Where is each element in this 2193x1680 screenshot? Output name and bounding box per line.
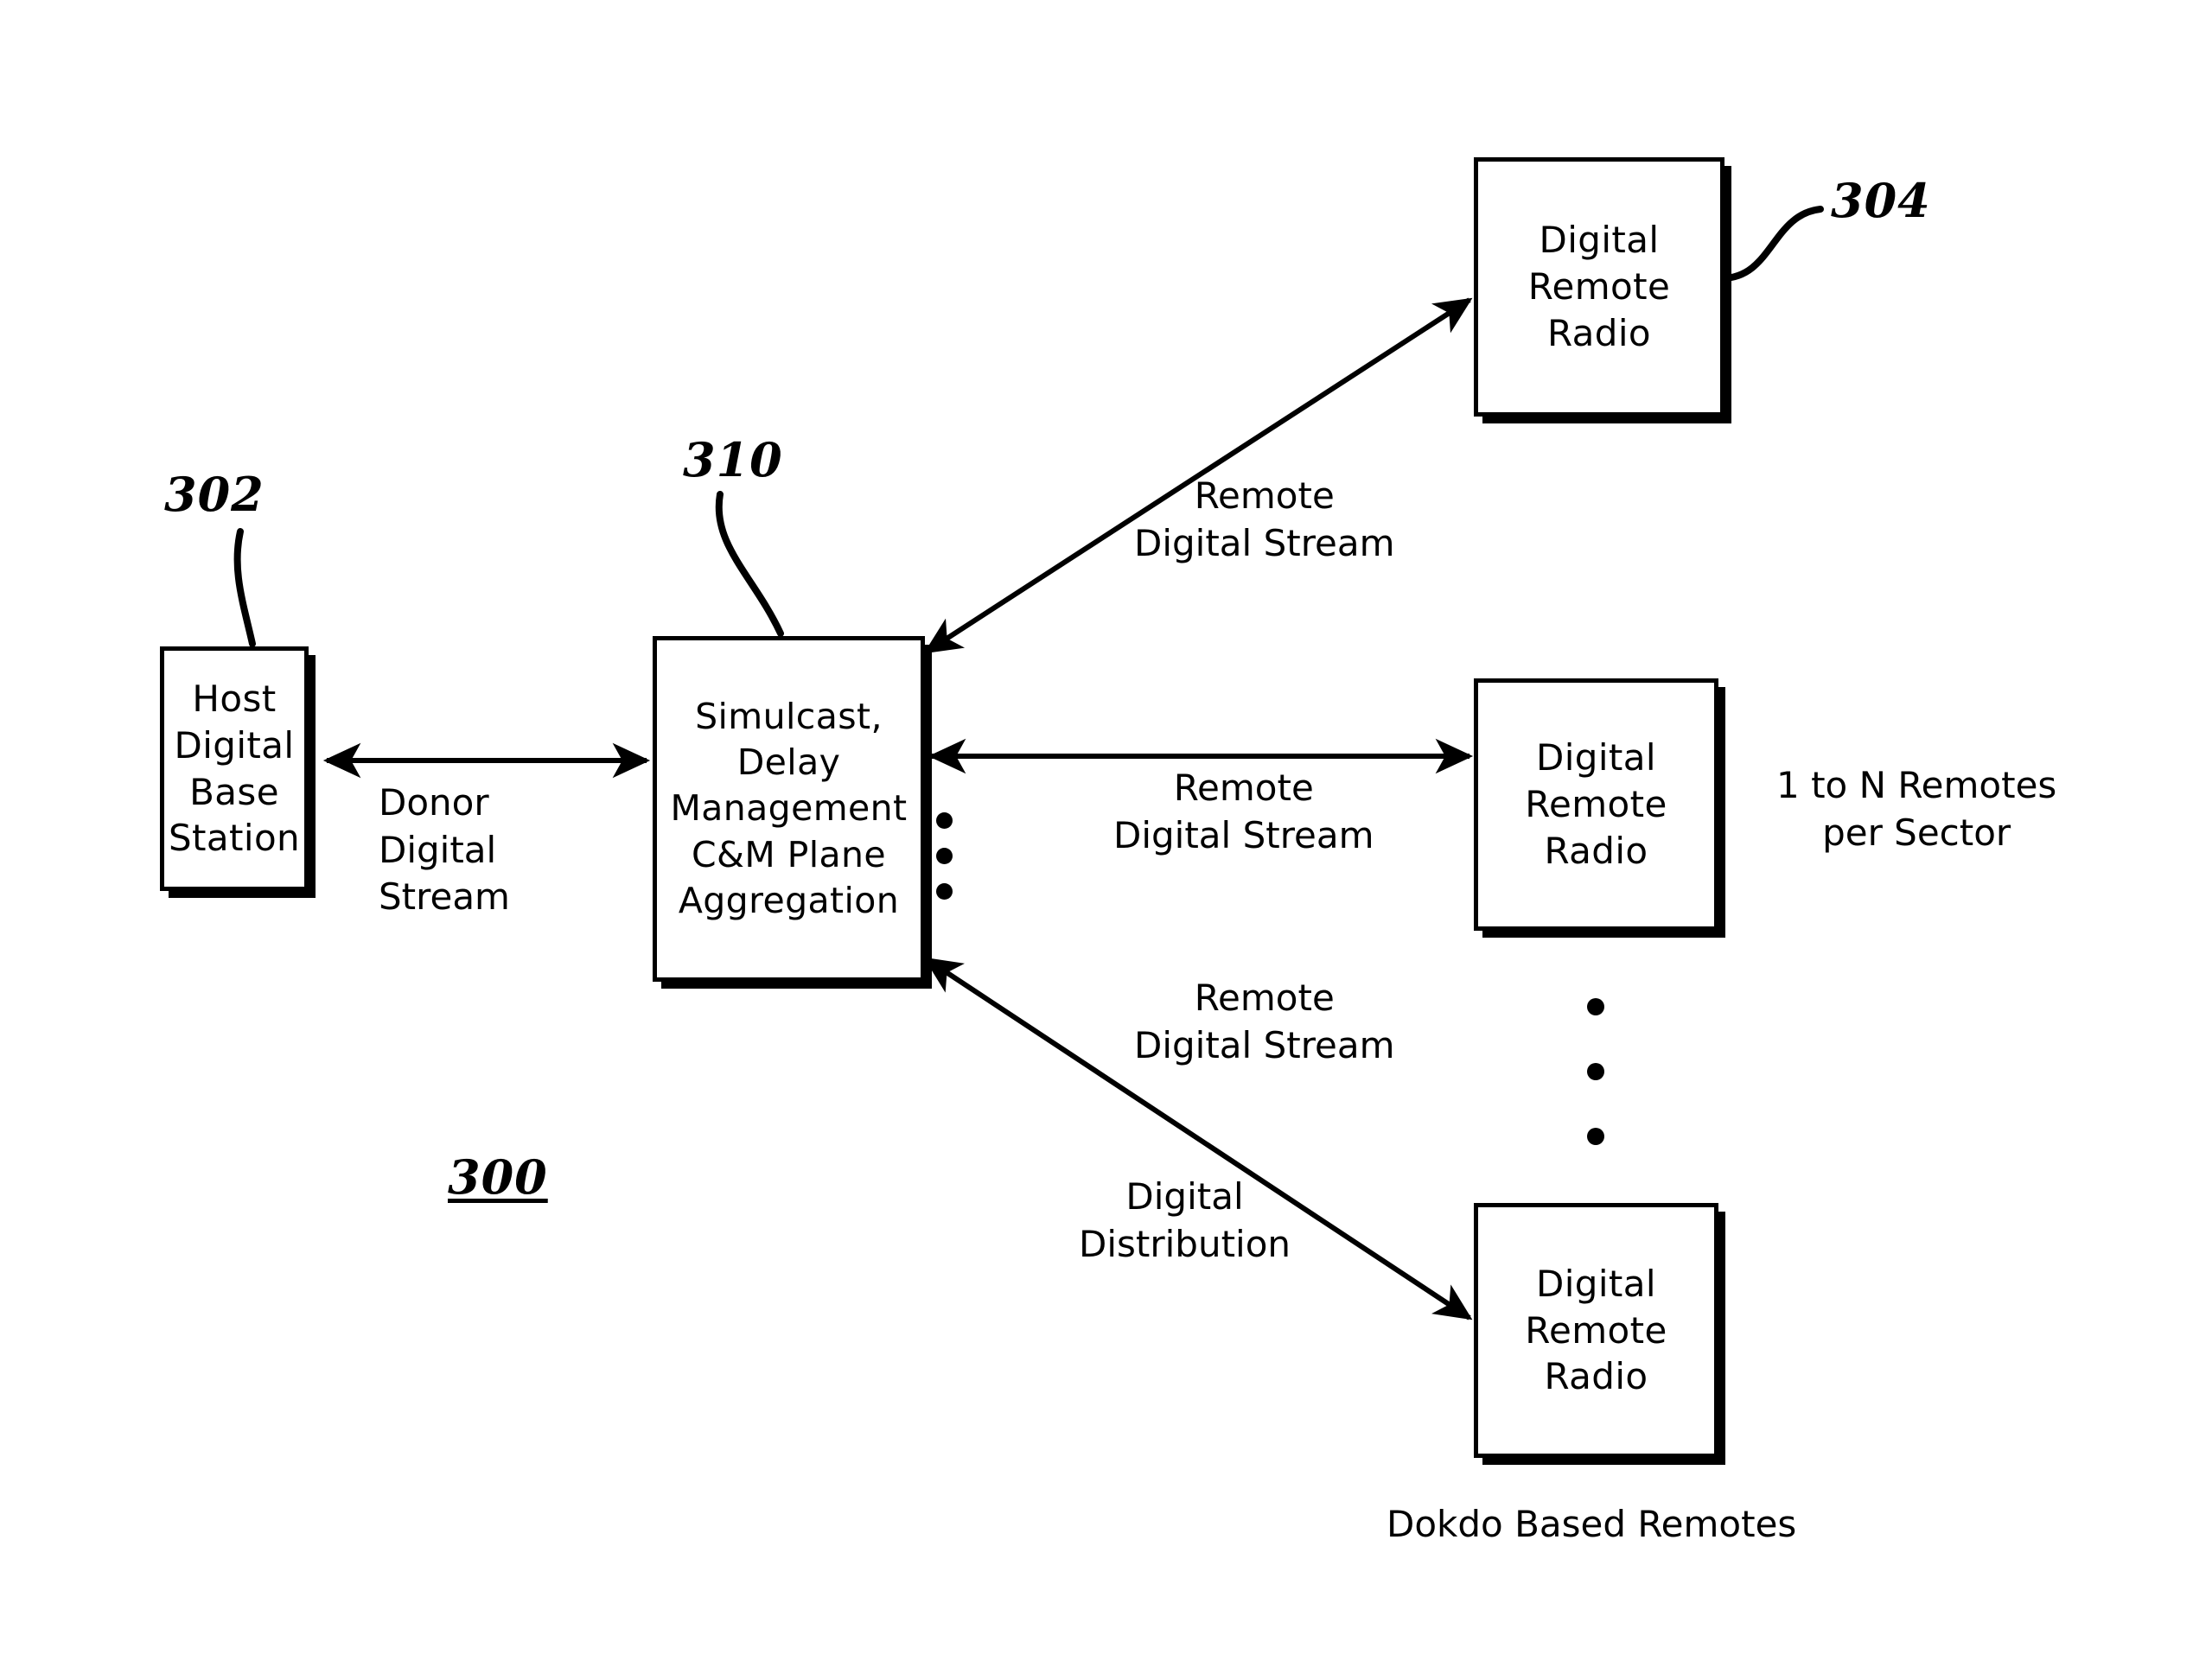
dot [1587,1063,1604,1080]
node-line: Host [192,678,277,720]
label-remote-digital-stream-bottom: Remote Digital Stream [1134,975,1395,1069]
node-digital-remote-radio-top[interactable]: Digital Remote Radio [1474,157,1724,417]
annotation-line: per Sector [1822,811,2011,854]
ellipsis-dots-center [936,812,953,919]
node-line: Digital [174,723,295,767]
dot [1587,1128,1604,1145]
node-line: Digital [1539,219,1660,262]
leader-line-310 [715,491,784,637]
node-line: Base [189,770,279,813]
leader-line-304 [1718,206,1824,282]
node-digital-remote-radio-middle[interactable]: Digital Remote Radio [1474,678,1718,931]
label-line: Distribution [1079,1222,1291,1265]
node-line: Remote [1527,265,1671,309]
node-line: C&M Plane [691,833,887,875]
label-line: Remote [1194,474,1335,517]
annotation-line: 1 to N Remotes [1776,764,2057,806]
annotation-remotes-per-sector: 1 to N Remotes per Sector [1776,762,2056,856]
figure-canvas: Host Digital Base Station Simulcast, Del… [0,0,2193,1680]
dot [936,848,953,864]
node-line: Radio [1544,829,1648,872]
label-remote-digital-stream-middle: Remote Digital Stream [1113,765,1374,859]
leader-line-302 [233,528,256,647]
node-host-digital-base-station[interactable]: Host Digital Base Station [160,646,309,891]
node-line: Simulcast, [695,695,883,737]
reference-numeral-310: 310 [683,432,783,487]
reference-numeral-302: 302 [164,467,265,522]
label-line: Digital Stream [1134,1023,1395,1066]
label-line: Digital [1125,1175,1244,1218]
label-line: Digital [379,828,497,871]
node-line: Radio [1544,1355,1648,1398]
node-simulcast-delay-management[interactable]: Simulcast, Delay Management C&M Plane Ag… [653,636,925,982]
reference-numeral-300: 300 [448,1149,548,1205]
label-line: Remote [1194,977,1335,1019]
dot [936,812,953,829]
node-line: Digital [1535,1262,1656,1305]
label-line: Stream [379,875,510,919]
label-line: Remote [1173,767,1314,809]
node-line: Remote [1525,1308,1667,1352]
node-line: Digital [1535,736,1656,780]
node-line: Management [670,787,908,830]
label-line: Digital Stream [1134,521,1395,564]
ellipsis-dots-remotes [1587,998,1604,1193]
dot [1587,998,1604,1015]
node-line: Station [168,817,301,860]
label-line: Digital Stream [1113,813,1374,856]
label-line: Donor [379,781,489,824]
label-donor-digital-stream: Donor Digital Stream [379,780,510,921]
annotation-dokdo-based-remotes: Dokdo Based Remotes [1387,1503,1797,1545]
label-digital-distribution: Digital Distribution [1079,1174,1291,1268]
reference-numeral-304: 304 [1831,173,1931,228]
dot [936,883,953,900]
node-line: Radio [1546,311,1652,354]
node-digital-remote-radio-bottom[interactable]: Digital Remote Radio [1474,1203,1718,1458]
node-line: Remote [1525,783,1667,826]
label-remote-digital-stream-top: Remote Digital Stream [1134,473,1395,567]
node-line: Delay [736,741,841,784]
node-line: Aggregation [678,879,900,921]
